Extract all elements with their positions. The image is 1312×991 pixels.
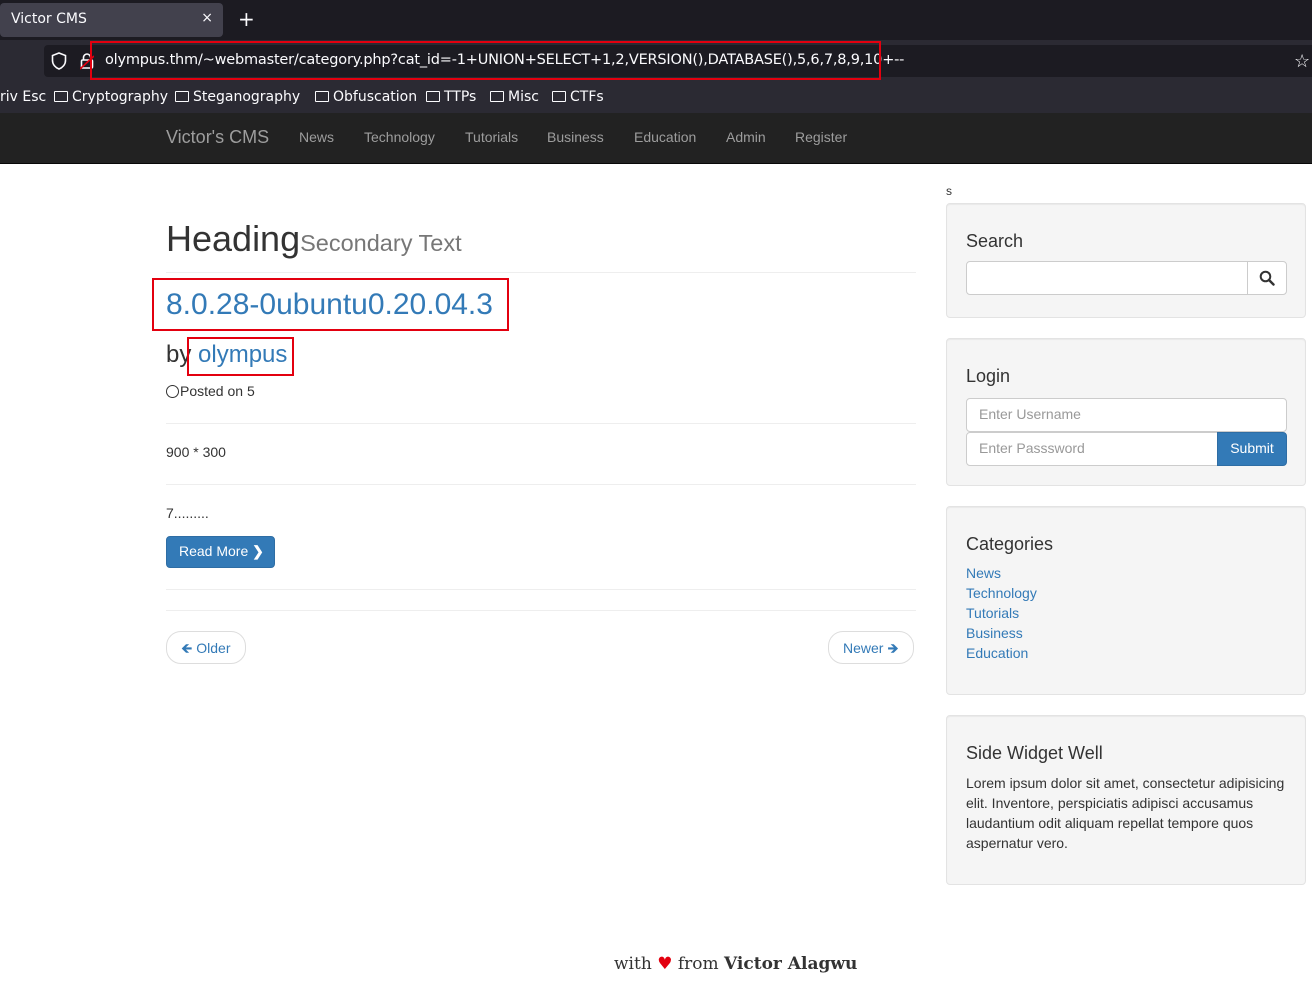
bookmark-label: Steganography	[193, 89, 301, 105]
categories-title: Categories	[966, 534, 1054, 554]
bookmark-cryptography[interactable]: Cryptography	[54, 89, 168, 105]
footer-with: with	[614, 954, 652, 974]
page-heading: HeadingSecondary Text	[166, 218, 462, 260]
bookmark-label: Cryptography	[72, 89, 169, 105]
older-button[interactable]: 🡸 Older	[166, 631, 246, 664]
side-widget-well: Side Widget Well Lorem ipsum dolor sit a…	[946, 715, 1306, 885]
bookmark-ctfs[interactable]: CTFs	[552, 89, 604, 105]
footer-author: Victor Alagwu	[724, 954, 858, 974]
bookmark-star-icon[interactable]: ☆	[1294, 51, 1310, 72]
bookmark-steganography[interactable]: Steganography	[175, 89, 300, 105]
chevron-right-icon: ❯	[252, 543, 264, 559]
stray-text: s	[946, 184, 952, 198]
heart-icon: ♥	[657, 954, 673, 974]
category-education[interactable]: Education	[966, 645, 1028, 661]
site-brand[interactable]: Victor's CMS	[166, 127, 269, 148]
url-highlight-box	[90, 41, 881, 80]
heading-secondary: Secondary Text	[300, 230, 462, 256]
footer: with ♥ from Victor Alagwu	[614, 954, 857, 974]
search-icon	[1259, 270, 1275, 286]
older-label: Older	[196, 640, 231, 656]
newer-button[interactable]: Newer 🡺	[828, 631, 914, 664]
nav-education[interactable]: Education	[634, 129, 696, 145]
post-title-highlight-box	[152, 278, 509, 331]
footer-from: from	[677, 954, 719, 974]
bookmark-ttps[interactable]: TTPs	[426, 89, 476, 105]
browser-tab[interactable]: Victor CMS ×	[0, 3, 223, 37]
category-business[interactable]: Business	[966, 625, 1023, 641]
folder-icon	[175, 91, 189, 102]
bookmarks-bar: riv Esc Cryptography Steganography Obfus…	[0, 84, 1312, 113]
search-input[interactable]	[966, 261, 1248, 295]
bookmark-partial[interactable]: riv Esc	[0, 89, 46, 105]
arrow-left-icon: 🡸	[181, 640, 193, 656]
bookmark-label: CTFs	[570, 89, 604, 105]
category-tutorials[interactable]: Tutorials	[966, 605, 1019, 621]
tab-title: Victor CMS	[11, 11, 87, 27]
login-title: Login	[966, 366, 1011, 386]
bookmark-misc[interactable]: Misc	[490, 89, 539, 105]
shield-icon[interactable]	[51, 52, 67, 70]
heading-text: Heading	[166, 218, 301, 259]
username-input[interactable]: Enter Username	[966, 398, 1287, 432]
nav-tutorials[interactable]: Tutorials	[465, 129, 518, 145]
divider	[166, 589, 916, 590]
divider	[166, 610, 916, 611]
folder-icon	[552, 91, 566, 102]
new-tab-button[interactable]: +	[238, 7, 255, 31]
nav-news[interactable]: News	[299, 129, 334, 145]
newer-label: Newer	[843, 640, 884, 656]
divider	[166, 272, 916, 273]
clock-icon	[166, 385, 179, 398]
folder-icon	[426, 91, 440, 102]
divider	[166, 484, 916, 485]
nav-business[interactable]: Business	[547, 129, 604, 145]
categories-widget: Categories News Technology Tutorials Bus…	[946, 506, 1306, 695]
bookmark-label: TTPs	[444, 89, 477, 105]
post-image-placeholder: 900 * 300	[166, 444, 226, 460]
side-widget-title: Side Widget Well	[966, 743, 1103, 763]
read-more-label: Read More	[179, 543, 249, 559]
side-widget-text: Lorem ipsum dolor sit amet, consectetur …	[966, 775, 1285, 851]
nav-register[interactable]: Register	[795, 129, 847, 145]
folder-icon	[315, 91, 329, 102]
search-title: Search	[966, 231, 1024, 251]
submit-button[interactable]: Submit	[1217, 432, 1287, 466]
author-highlight-box	[187, 337, 294, 376]
bookmark-label: Obfuscation	[333, 89, 418, 105]
folder-icon	[490, 91, 504, 102]
divider	[166, 423, 916, 424]
search-widget: Search	[946, 203, 1306, 318]
arrow-right-icon: 🡺	[887, 640, 899, 656]
password-placeholder: Enter Passsword	[979, 440, 1085, 456]
folder-icon	[54, 91, 68, 102]
bookmark-label: Misc	[508, 89, 539, 105]
login-widget: Login Enter Username Enter Passsword Sub…	[946, 338, 1306, 486]
password-input[interactable]: Enter Passsword	[966, 432, 1218, 466]
nav-technology[interactable]: Technology	[364, 129, 435, 145]
posted-text: Posted on 5	[180, 383, 255, 399]
post-excerpt: 7.........	[166, 505, 209, 521]
bookmark-obfuscation[interactable]: Obfuscation	[315, 89, 417, 105]
category-technology[interactable]: Technology	[966, 585, 1037, 601]
site-navbar: Victor's CMS News Technology Tutorials B…	[0, 113, 1312, 164]
username-placeholder: Enter Username	[979, 406, 1081, 422]
search-button[interactable]	[1247, 261, 1287, 295]
browser-tab-bar: Victor CMS × +	[0, 0, 1312, 40]
post-date: Posted on 5	[166, 383, 255, 399]
tab-close-icon[interactable]: ×	[201, 10, 213, 26]
category-news[interactable]: News	[966, 565, 1001, 581]
nav-admin[interactable]: Admin	[726, 129, 766, 145]
read-more-button[interactable]: Read More ❯	[166, 536, 275, 568]
